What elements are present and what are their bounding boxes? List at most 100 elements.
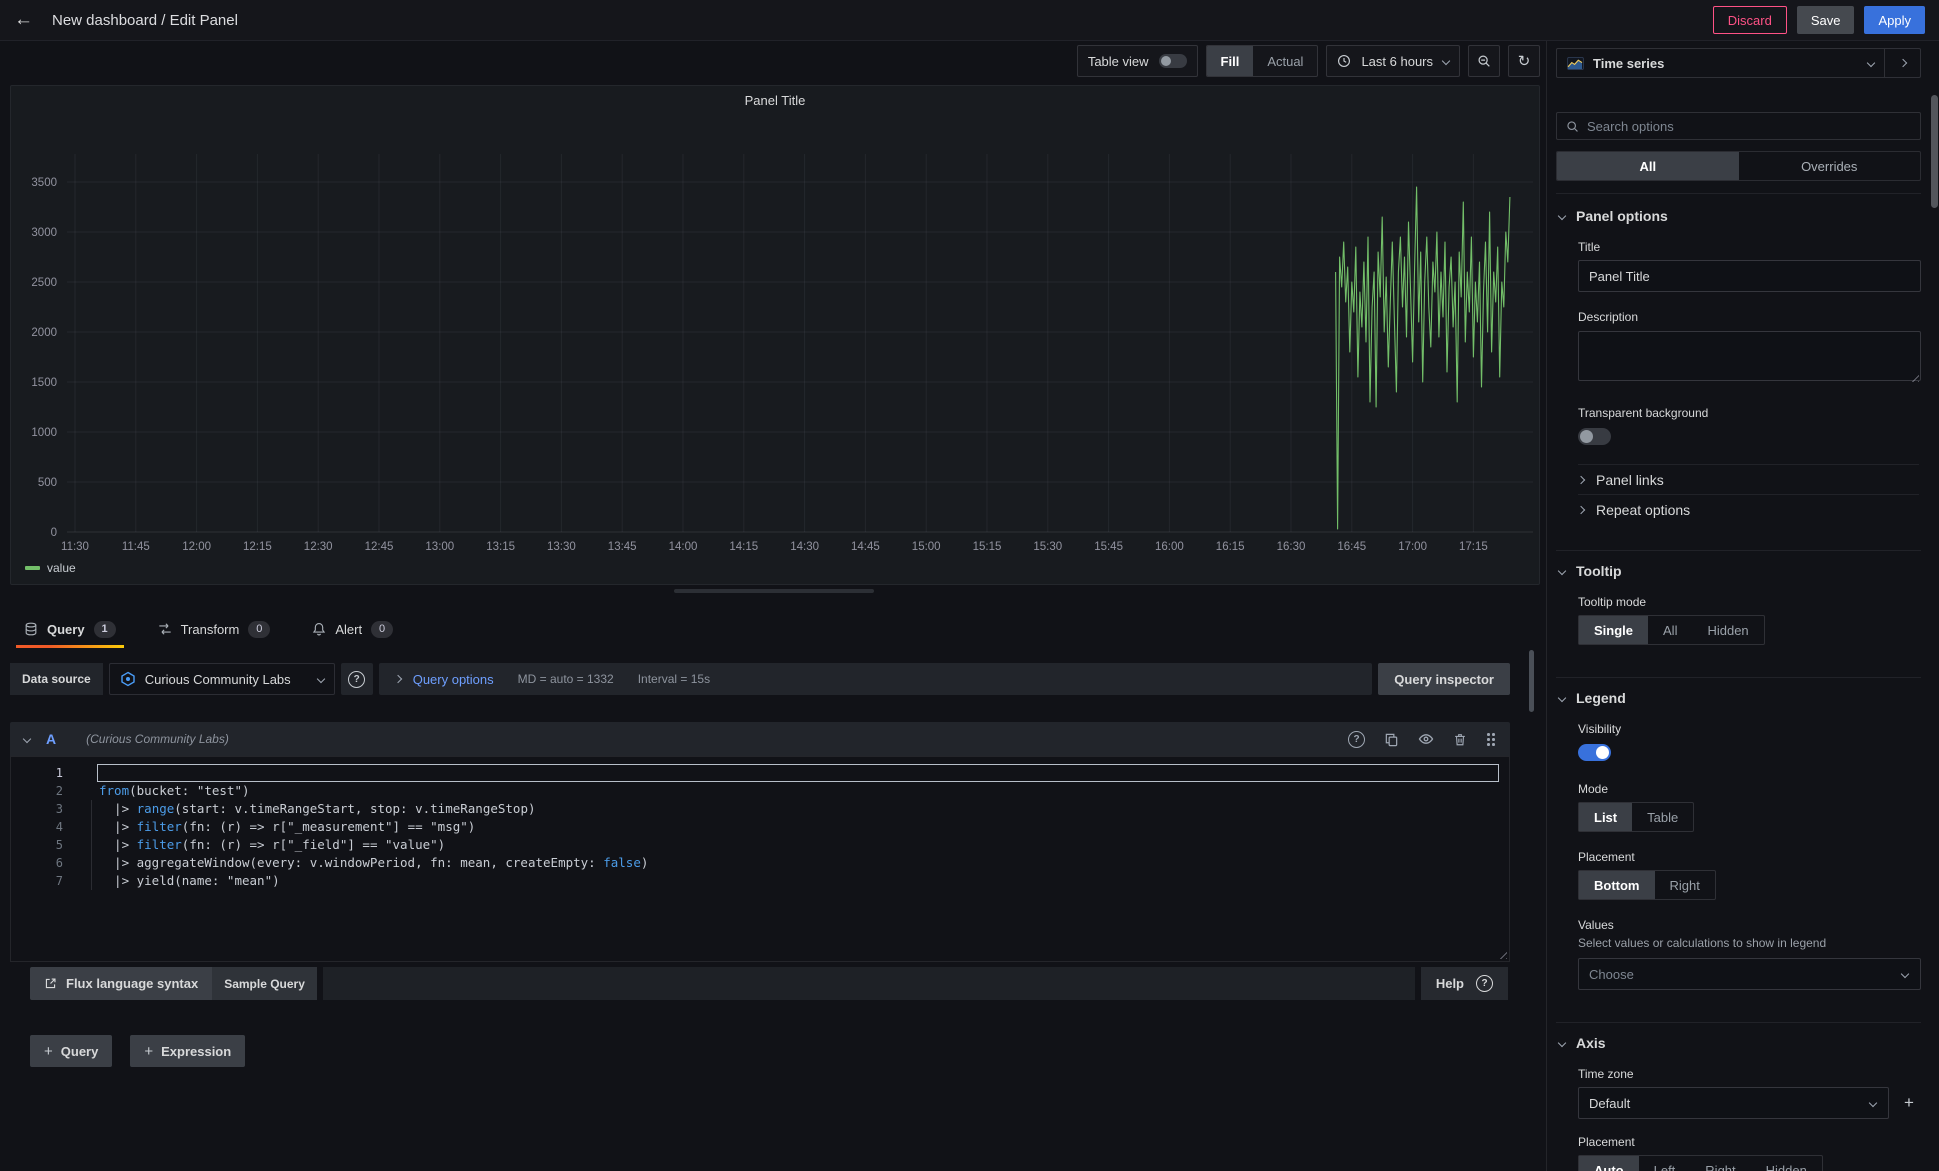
interval-value: Interval = 15s: [638, 672, 710, 686]
axis-placement-hidden[interactable]: Hidden: [1751, 1156, 1822, 1171]
datasource-help-button[interactable]: ?: [341, 663, 373, 695]
tooltip-mode-single[interactable]: Single: [1579, 616, 1648, 644]
x-tick-label: 16:45: [1337, 541, 1366, 553]
database-icon: [24, 622, 38, 636]
chevron-down-icon: [1558, 694, 1566, 702]
visualization-picker[interactable]: Time series: [1556, 48, 1885, 78]
options-search-input[interactable]: [1587, 119, 1911, 134]
query-inspector-button[interactable]: Query inspector: [1378, 663, 1510, 695]
add-timezone-button[interactable]: +: [1897, 1093, 1921, 1113]
query-ref-id[interactable]: A: [46, 731, 56, 747]
refresh-button[interactable]: ↻: [1508, 45, 1540, 77]
chevron-right-icon: [1577, 505, 1585, 513]
x-tick-label: 15:45: [1094, 541, 1123, 553]
drag-handle-icon[interactable]: [1486, 732, 1496, 746]
add-expression-button[interactable]: + Expression: [130, 1035, 245, 1067]
legend-visibility-label: Visibility: [1578, 722, 1921, 736]
back-button[interactable]: ←: [14, 9, 44, 31]
hide-response-icon[interactable]: [1418, 731, 1434, 747]
chevron-down-icon: [1901, 970, 1909, 978]
x-tick-label: 17:00: [1398, 541, 1427, 553]
legend-header[interactable]: Legend: [1556, 690, 1921, 706]
flux-syntax-button[interactable]: Flux language syntax: [30, 967, 212, 1000]
axis-placement-label: Placement: [1578, 1135, 1921, 1149]
time-series-chart[interactable]: 11:3011:4512:0012:1512:3012:4513:0013:15…: [11, 86, 1539, 584]
description-textarea[interactable]: [1578, 331, 1921, 381]
tab-query-label: Query: [47, 622, 85, 637]
filter-tab-all[interactable]: All: [1557, 152, 1739, 180]
discard-button[interactable]: Discard: [1713, 6, 1787, 34]
timezone-select[interactable]: Default: [1578, 1087, 1889, 1119]
panel-options-header[interactable]: Panel options: [1556, 208, 1921, 224]
legend-mode-segment: List Table: [1578, 802, 1694, 832]
chart-panel: Panel Title 11:3011:4512:0012:1512:3012:…: [10, 85, 1540, 585]
transparent-bg-label: Transparent background: [1578, 406, 1921, 420]
axis-placement-right[interactable]: Right: [1690, 1156, 1750, 1171]
transparent-bg-toggle[interactable]: [1578, 428, 1611, 445]
editor-resize-grip[interactable]: [1497, 949, 1507, 959]
filter-tab-overrides[interactable]: Overrides: [1739, 152, 1921, 180]
axis-placement-auto[interactable]: Auto: [1579, 1156, 1639, 1171]
add-query-button[interactable]: + Query: [30, 1035, 112, 1067]
chevron-down-icon: [1869, 1099, 1877, 1107]
legend-placement-right[interactable]: Right: [1655, 871, 1715, 899]
flux-code-editor[interactable]: 12from(bucket: "test")3 |> range(start: …: [10, 756, 1510, 962]
save-button[interactable]: Save: [1797, 6, 1855, 34]
top-navigation-bar: ← New dashboard / Edit Panel Discard Sav…: [0, 0, 1939, 41]
search-icon: [1566, 120, 1579, 133]
collapse-options-pane-button[interactable]: [1885, 48, 1921, 78]
legend-mode-table[interactable]: Table: [1632, 803, 1693, 831]
chart-legend[interactable]: value: [25, 561, 76, 575]
flux-syntax-label: Flux language syntax: [66, 976, 198, 991]
legend-placement-label: Placement: [1578, 850, 1921, 864]
visualization-name: Time series: [1593, 56, 1664, 71]
tab-alert[interactable]: Alert 0: [304, 610, 401, 648]
legend-values-select[interactable]: Choose: [1578, 958, 1921, 990]
tooltip-mode-hidden[interactable]: Hidden: [1692, 616, 1763, 644]
actual-button[interactable]: Actual: [1253, 46, 1317, 76]
time-range-picker[interactable]: Last 6 hours: [1326, 45, 1460, 77]
x-tick-label: 14:00: [669, 541, 698, 553]
duplicate-query-icon[interactable]: [1384, 732, 1399, 747]
refresh-icon: ↻: [1518, 54, 1531, 69]
x-tick-label: 13:30: [547, 541, 576, 553]
transform-icon: [158, 622, 172, 636]
zoom-out-icon: [1477, 54, 1491, 68]
x-tick-label: 17:15: [1459, 541, 1488, 553]
content-scrollbar-thumb[interactable]: [1529, 650, 1534, 712]
axis-placement-left[interactable]: Left: [1639, 1156, 1691, 1171]
table-view-toggle[interactable]: [1159, 54, 1187, 68]
panel-title-input[interactable]: [1578, 260, 1921, 292]
chevron-down-icon: [316, 675, 324, 683]
legend-mode-list[interactable]: List: [1579, 803, 1632, 831]
tooltip-mode-all[interactable]: All: [1648, 616, 1692, 644]
chevron-down-icon: [1442, 57, 1450, 65]
series-line-value: [1336, 187, 1510, 529]
help-button[interactable]: Help ?: [1421, 967, 1508, 1000]
datasource-picker[interactable]: Curious Community Labs: [109, 663, 335, 695]
sidebar-scrollbar-thumb[interactable]: [1931, 95, 1938, 208]
visualization-row: Time series: [1556, 48, 1921, 78]
fill-button[interactable]: Fill: [1207, 46, 1254, 76]
legend-placement-bottom[interactable]: Bottom: [1579, 871, 1655, 899]
zoom-out-button[interactable]: [1468, 45, 1500, 77]
panel-links-row[interactable]: Panel links: [1578, 464, 1919, 494]
x-tick-label: 11:30: [61, 541, 89, 553]
query-options-link[interactable]: Query options: [413, 672, 494, 687]
legend-visibility-toggle[interactable]: [1578, 744, 1611, 761]
tab-query[interactable]: Query 1: [16, 610, 124, 648]
chevron-right-icon: [393, 675, 401, 683]
repeat-options-row[interactable]: Repeat options: [1578, 494, 1919, 524]
x-tick-label: 12:30: [304, 541, 333, 553]
collapse-query-icon[interactable]: [23, 735, 31, 743]
options-search[interactable]: [1556, 112, 1921, 140]
axis-header[interactable]: Axis: [1556, 1035, 1921, 1051]
datasource-label: Data source: [10, 663, 103, 695]
sample-query-button[interactable]: Sample Query: [212, 967, 317, 1000]
panel-resize-handle[interactable]: [674, 589, 874, 593]
remove-query-icon[interactable]: [1453, 732, 1467, 747]
query-help-icon[interactable]: ?: [1348, 731, 1365, 748]
apply-button[interactable]: Apply: [1864, 6, 1925, 34]
tooltip-header[interactable]: Tooltip: [1556, 563, 1921, 579]
tab-transform[interactable]: Transform 0: [150, 610, 279, 648]
